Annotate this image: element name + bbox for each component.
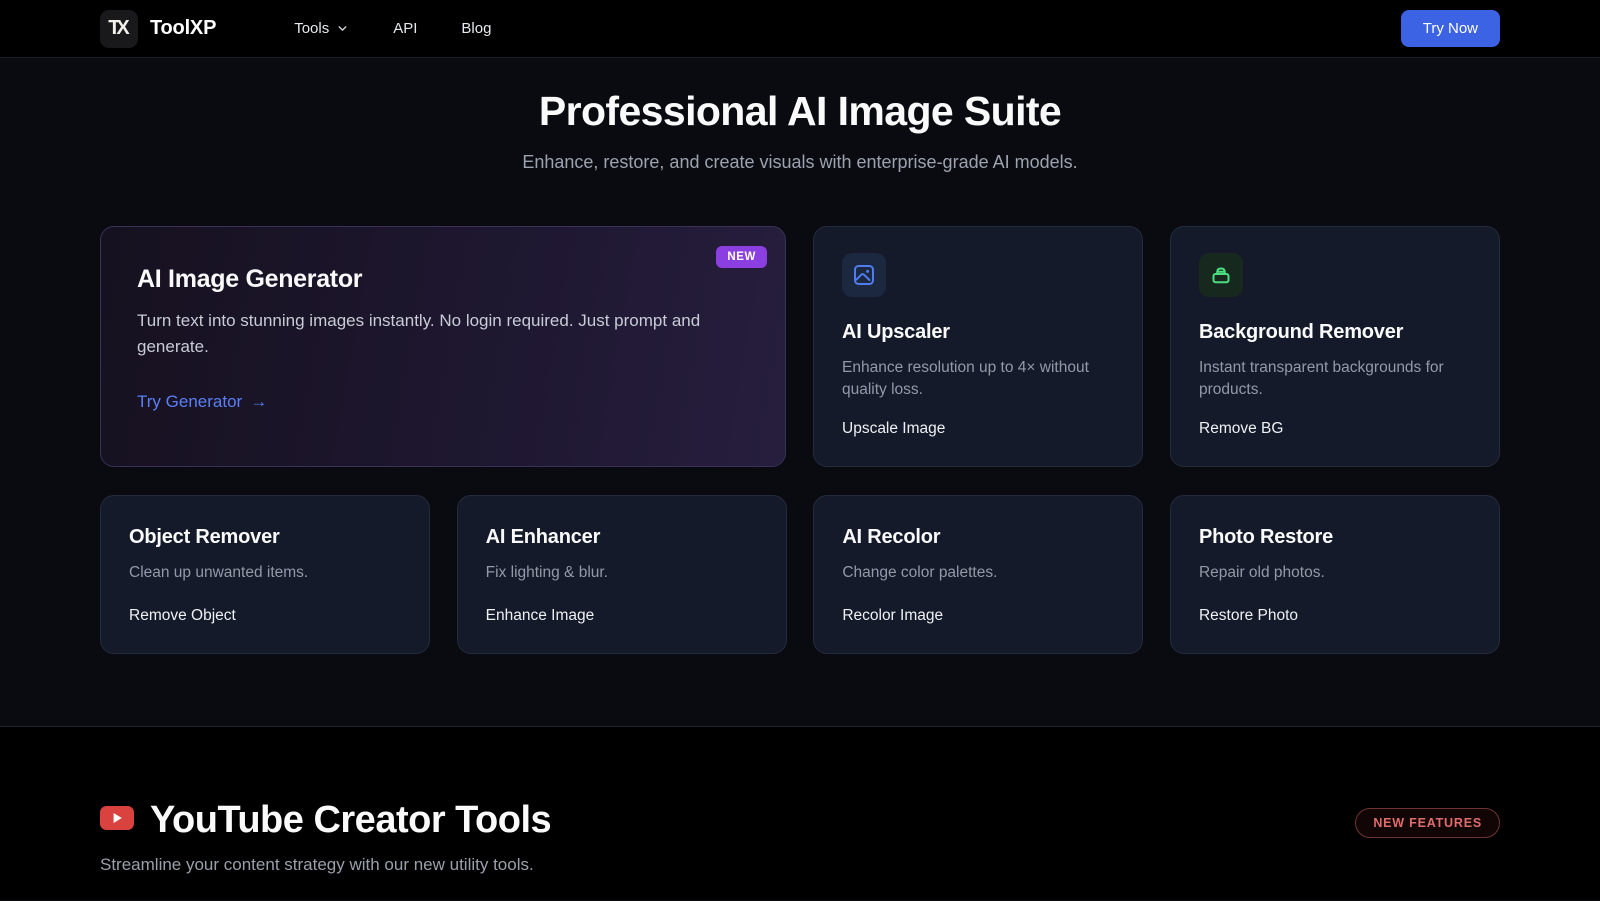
- card-title: Object Remover: [129, 526, 401, 549]
- youtube-section-header: YouTube Creator Tools NEW FEATURES: [100, 799, 1500, 842]
- enhance-image-action[interactable]: Enhance Image: [486, 607, 595, 625]
- card-title: AI Upscaler: [842, 321, 1114, 344]
- card-title: Photo Restore: [1199, 526, 1471, 549]
- youtube-section-container: YouTube Creator Tools NEW FEATURES Strea…: [100, 799, 1500, 875]
- card-background-remover[interactable]: Background Remover Instant transparent b…: [1170, 226, 1500, 467]
- card-title: AI Enhancer: [486, 526, 758, 549]
- card-description: Enhance resolution up to 4× without qual…: [842, 357, 1114, 402]
- page-title: Professional AI Image Suite: [0, 88, 1600, 135]
- restore-photo-action[interactable]: Restore Photo: [1199, 607, 1298, 625]
- card-title: Background Remover: [1199, 321, 1471, 344]
- card-title: AI Recolor: [842, 526, 1114, 549]
- card-description: Change color palettes.: [842, 562, 1114, 584]
- nav-item-api[interactable]: API: [393, 20, 417, 37]
- try-now-button[interactable]: Try Now: [1401, 10, 1500, 47]
- card-photo-restore[interactable]: Photo Restore Repair old photos. Restore…: [1170, 495, 1500, 654]
- recolor-image-action[interactable]: Recolor Image: [842, 607, 943, 625]
- nav-item-tools-label: Tools: [294, 20, 329, 37]
- nav-item-blog[interactable]: Blog: [461, 20, 491, 37]
- page-subtitle: Enhance, restore, and create visuals wit…: [0, 152, 1600, 173]
- card-ai-enhancer[interactable]: AI Enhancer Fix lighting & blur. Enhance…: [457, 495, 787, 654]
- nav-item-api-label: API: [393, 20, 417, 37]
- card-title: AI Image Generator: [137, 265, 749, 294]
- brand-name: ToolXP: [150, 17, 216, 40]
- card-row-1: NEW AI Image Generator Turn text into st…: [100, 226, 1500, 467]
- card-description: Instant transparent backgrounds for prod…: [1199, 357, 1471, 402]
- chevron-down-icon: [336, 22, 349, 35]
- top-nav: TX ToolXP Tools API Blog Try Now: [0, 0, 1600, 58]
- image-icon: [842, 253, 886, 297]
- youtube-icon: [100, 806, 134, 835]
- nav-item-blog-label: Blog: [461, 20, 491, 37]
- hero: Professional AI Image Suite Enhance, res…: [0, 58, 1600, 173]
- arrow-right-icon: →: [250, 392, 267, 412]
- nav-item-tools[interactable]: Tools: [294, 20, 349, 37]
- new-features-badge: NEW FEATURES: [1355, 808, 1500, 838]
- remove-object-action[interactable]: Remove Object: [129, 607, 236, 625]
- card-ai-recolor[interactable]: AI Recolor Change color palettes. Recolo…: [813, 495, 1143, 654]
- bag-icon: [1199, 253, 1243, 297]
- new-badge: NEW: [716, 246, 767, 268]
- try-generator-label: Try Generator: [137, 392, 242, 412]
- section-subtitle: Streamline your content strategy with ou…: [100, 855, 1500, 875]
- tool-suite-grid: NEW AI Image Generator Turn text into st…: [100, 226, 1500, 654]
- nav-container: TX ToolXP Tools API Blog Try Now: [100, 10, 1500, 48]
- logo-monogram-icon: TX: [100, 10, 138, 48]
- youtube-creator-tools-section: YouTube Creator Tools NEW FEATURES Strea…: [0, 726, 1600, 900]
- remove-bg-action[interactable]: Remove BG: [1199, 420, 1283, 438]
- card-description: Clean up unwanted items.: [129, 562, 401, 584]
- card-description: Turn text into stunning images instantly…: [137, 308, 749, 361]
- card-description: Repair old photos.: [1199, 562, 1471, 584]
- card-row-2: Object Remover Clean up unwanted items. …: [100, 495, 1500, 654]
- card-object-remover[interactable]: Object Remover Clean up unwanted items. …: [100, 495, 430, 654]
- card-ai-upscaler[interactable]: AI Upscaler Enhance resolution up to 4× …: [813, 226, 1143, 467]
- section-title: YouTube Creator Tools: [150, 799, 551, 842]
- card-description: Fix lighting & blur.: [486, 562, 758, 584]
- nav-links: Tools API Blog: [294, 20, 491, 37]
- try-generator-link[interactable]: Try Generator →: [137, 392, 267, 412]
- card-ai-image-generator: NEW AI Image Generator Turn text into st…: [100, 226, 786, 467]
- brand-logo[interactable]: TX ToolXP: [100, 10, 216, 48]
- youtube-title-wrap: YouTube Creator Tools: [100, 799, 551, 842]
- upscale-image-action[interactable]: Upscale Image: [842, 420, 945, 438]
